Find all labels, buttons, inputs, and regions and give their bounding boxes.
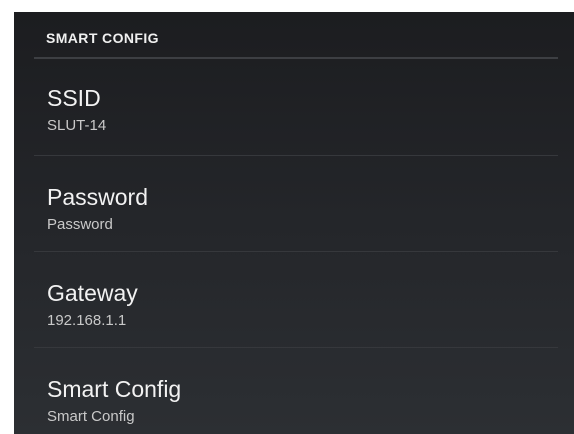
password-preference[interactable]: Password Password	[34, 156, 558, 252]
ssid-preference[interactable]: SSID SLUT-14	[34, 59, 558, 156]
gateway-value: 192.168.1.1	[47, 312, 127, 329]
section-header: SMART CONFIG	[34, 12, 558, 59]
settings-screen: SMART CONFIG SSID SLUT-14 Password Passw…	[14, 12, 574, 434]
gateway-title: Gateway	[47, 280, 138, 306]
password-title: Password	[47, 184, 148, 210]
smart-config-preference[interactable]: Smart Config Smart Config	[34, 348, 558, 434]
section-title: SMART CONFIG	[46, 30, 159, 46]
smart-config-value: Smart Config	[47, 408, 135, 425]
password-value: Password	[47, 216, 113, 233]
ssid-title: SSID	[47, 85, 101, 111]
ssid-value: SLUT-14	[47, 117, 107, 134]
gateway-preference[interactable]: Gateway 192.168.1.1	[34, 252, 558, 348]
smart-config-title: Smart Config	[47, 376, 182, 402]
